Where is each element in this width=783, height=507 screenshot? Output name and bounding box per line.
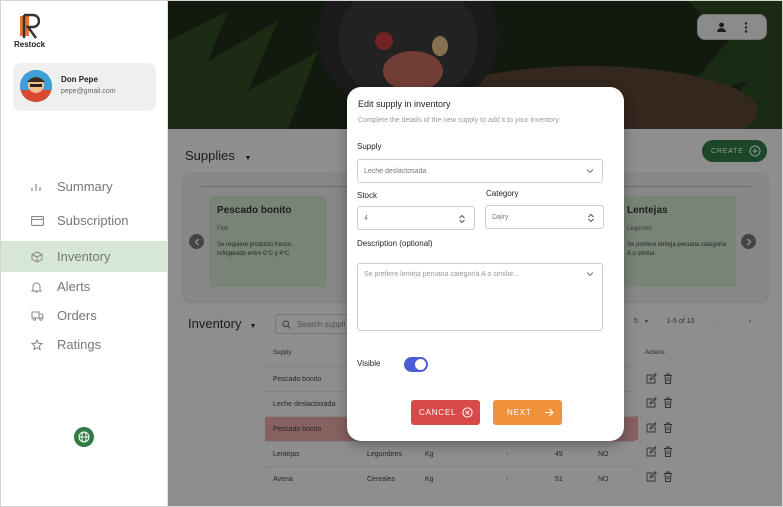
supply-select[interactable]: Leche deslactosada bbox=[357, 159, 603, 183]
arrow-right-icon bbox=[544, 408, 554, 417]
sidebar-item-alerts[interactable]: Alerts bbox=[1, 271, 168, 302]
cancel-label: CANCEL bbox=[419, 408, 457, 417]
bell-icon bbox=[31, 282, 42, 292]
category-label: Category bbox=[486, 189, 519, 198]
sidebar-item-label: Inventory bbox=[57, 249, 111, 264]
sidebar-item-inventory[interactable]: Inventory bbox=[1, 241, 168, 272]
sidebar-item-orders[interactable]: Orders bbox=[1, 300, 168, 331]
avatar bbox=[20, 70, 52, 102]
sidebar: Restock Don Pepe pepe@gmail.com Summary bbox=[1, 1, 168, 506]
description-label: Description (optional) bbox=[357, 239, 433, 248]
stock-label: Stock bbox=[357, 191, 378, 200]
sidebar-item-label: Alerts bbox=[57, 279, 91, 294]
profile-card[interactable]: Don Pepe pepe@gmail.com bbox=[13, 63, 156, 111]
box-icon bbox=[31, 250, 43, 263]
bar-chart-icon bbox=[31, 183, 41, 191]
profile-name: Don Pepe bbox=[61, 75, 98, 84]
visible-toggle[interactable] bbox=[404, 357, 428, 372]
truck-icon bbox=[31, 311, 44, 321]
toggle-knob bbox=[415, 359, 426, 370]
stock-value: 4 bbox=[364, 214, 368, 222]
sidebar-item-ratings[interactable]: Ratings bbox=[1, 329, 168, 360]
description-placeholder: Se prefiere lenteja peruana categoría A … bbox=[364, 271, 519, 278]
stock-stepper[interactable]: 4 bbox=[357, 206, 475, 230]
sidebar-item-label: Ratings bbox=[57, 337, 102, 352]
edit-supply-dialog: Edit supply in inventory Complete the de… bbox=[347, 87, 624, 441]
up-down-arrows-icon bbox=[588, 213, 594, 223]
next-label: NEXT bbox=[507, 408, 532, 417]
profile-email: pepe@gmail.com bbox=[61, 88, 116, 95]
dialog-subtitle: Complete the details of the new supply t… bbox=[358, 117, 561, 124]
restock-logo-icon bbox=[20, 13, 40, 39]
close-circle-icon bbox=[462, 407, 473, 418]
supply-value: Leche deslactosada bbox=[364, 167, 427, 175]
up-down-arrows-icon[interactable] bbox=[458, 214, 466, 224]
chevron-down-icon bbox=[586, 272, 594, 277]
description-textarea[interactable]: Se prefiere lenteja peruana categoría A … bbox=[357, 263, 603, 331]
app-name: Restock bbox=[14, 40, 46, 49]
cancel-button[interactable]: CANCEL bbox=[411, 400, 480, 425]
category-select[interactable]: Dairy bbox=[485, 205, 604, 229]
globe-icon bbox=[78, 431, 90, 443]
star-icon bbox=[31, 338, 43, 351]
sidebar-item-label: Summary bbox=[57, 179, 113, 194]
app-window: Restock Don Pepe pepe@gmail.com Summary bbox=[0, 0, 783, 507]
supply-label: Supply bbox=[357, 142, 382, 151]
next-button[interactable]: NEXT bbox=[493, 400, 562, 425]
sidebar-item-subscription[interactable]: Subscription bbox=[1, 205, 168, 236]
sidebar-item-label: Orders bbox=[57, 308, 97, 323]
dialog-title: Edit supply in inventory bbox=[358, 99, 451, 109]
visible-label: Visible bbox=[357, 359, 381, 368]
sidebar-item-label: Subscription bbox=[57, 213, 129, 228]
sidebar-item-summary[interactable]: Summary bbox=[1, 171, 168, 202]
chevron-down-icon bbox=[586, 169, 594, 174]
category-value: Dairy bbox=[492, 213, 509, 221]
language-button[interactable] bbox=[74, 427, 94, 447]
credit-card-icon bbox=[31, 215, 44, 226]
logo[interactable]: Restock bbox=[14, 13, 54, 49]
